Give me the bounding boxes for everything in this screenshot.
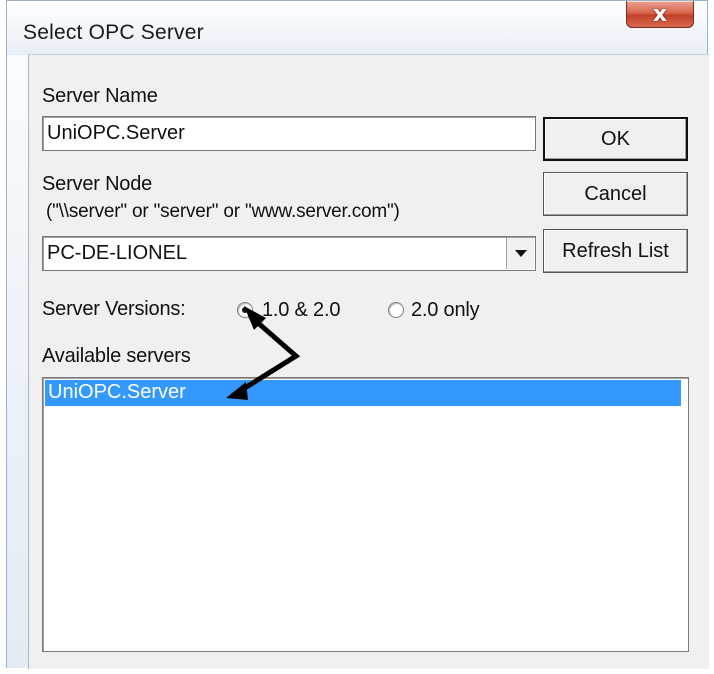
radio-version-1-and-2[interactable]	[237, 302, 253, 318]
screenshot-page: Select OPC Server x Server Name UniOPC.S…	[0, 0, 714, 674]
refresh-list-button[interactable]: Refresh List	[543, 229, 688, 273]
server-versions-label: Server Versions:	[42, 298, 186, 320]
server-node-combobox[interactable]: PC-DE-LIONEL	[42, 236, 536, 271]
list-item[interactable]: UniOPC.Server	[45, 380, 681, 406]
available-servers-label: Available servers	[42, 345, 191, 367]
close-icon: x	[652, 1, 668, 27]
window-title: Select OPC Server	[23, 21, 204, 44]
close-button[interactable]: x	[626, 1, 694, 28]
radio-version-1-and-2-label[interactable]: 1.0 & 2.0	[262, 299, 340, 322]
ok-button[interactable]: OK	[543, 117, 688, 161]
server-node-value: PC-DE-LIONEL	[47, 242, 188, 264]
server-node-hint: ("\\server" or "server" or "www.server.c…	[46, 201, 400, 222]
dialog-window: Select OPC Server x Server Name UniOPC.S…	[6, 0, 709, 669]
radio-selected-dot	[242, 307, 248, 313]
server-name-input[interactable]: UniOPC.Server	[42, 116, 536, 151]
chevron-down-icon	[514, 250, 527, 257]
title-bar[interactable]: Select OPC Server x	[7, 1, 707, 55]
available-servers-list[interactable]: UniOPC.Server	[42, 377, 689, 652]
dialog-client-area: Server Name UniOPC.Server Server Node ("…	[28, 54, 709, 669]
radio-version-2-only[interactable]	[388, 302, 404, 318]
cancel-button[interactable]: Cancel	[543, 172, 688, 216]
server-node-dropdown-button[interactable]	[506, 238, 534, 269]
server-node-label: Server Node	[42, 173, 153, 195]
radio-version-2-only-label[interactable]: 2.0 only	[411, 299, 480, 322]
server-name-label: Server Name	[42, 85, 158, 107]
